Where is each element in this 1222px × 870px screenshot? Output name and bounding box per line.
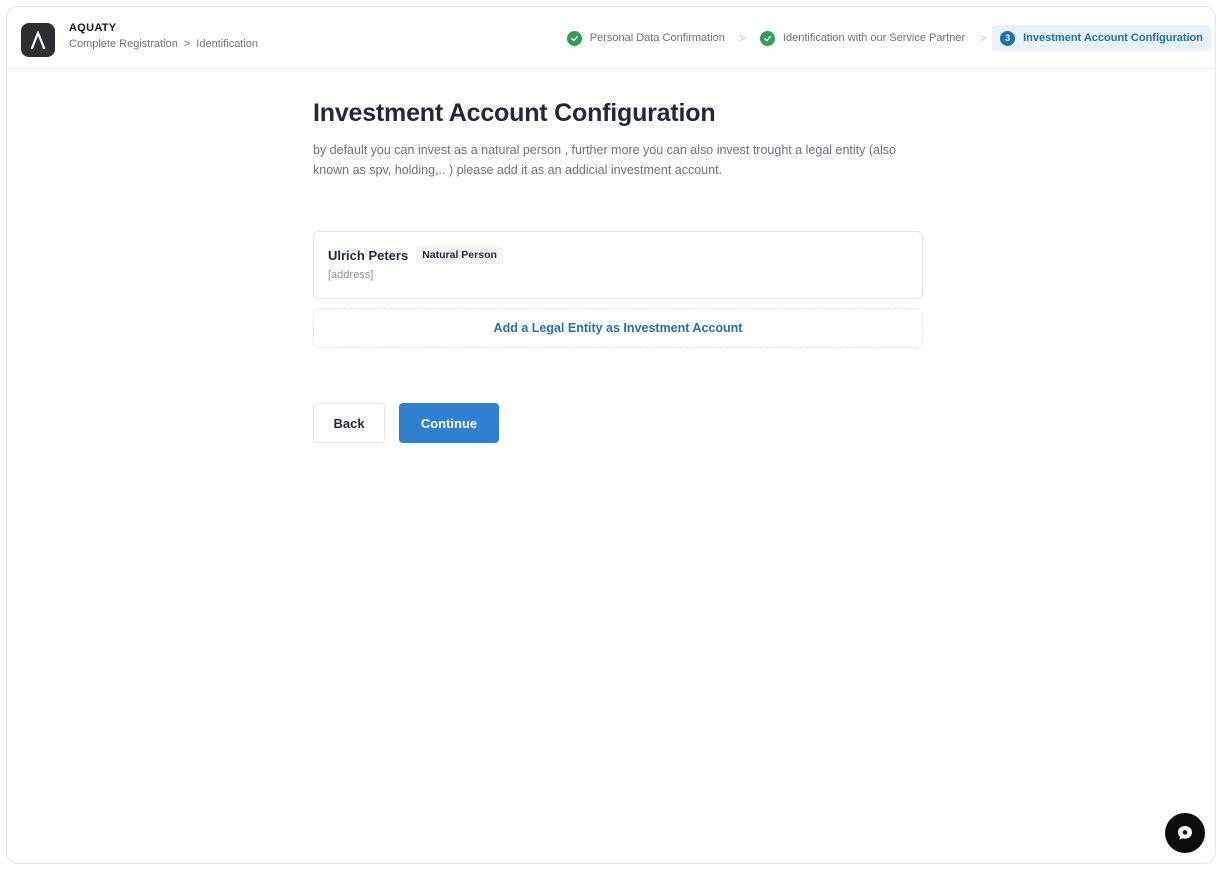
page-description: by default you can invest as a natural p… (313, 143, 896, 177)
step-label: Investment Account Configuration (1023, 32, 1203, 44)
page-title: Investment Account Configuration (313, 99, 716, 127)
chevron-right-icon: > (738, 31, 746, 45)
brand-name: AQUATY (69, 22, 117, 34)
chat-bubble-icon[interactable] (1165, 813, 1205, 853)
brand-block: AQUATY Complete Registration > Identific… (69, 22, 258, 50)
check-circle-icon (566, 30, 582, 46)
breadcrumb-separator: > (183, 38, 191, 50)
main-content: Investment Account Configuration by defa… (313, 99, 923, 348)
step-personal-data-confirmation[interactable]: Personal Data Confirmation (559, 25, 733, 51)
app-window: AQUATY Complete Registration > Identific… (6, 6, 1216, 864)
step-investment-account-configuration[interactable]: 3 Investment Account Configuration (992, 25, 1211, 51)
chevron-right-icon: > (979, 31, 987, 45)
step-label: Personal Data Confirmation (589, 32, 725, 44)
add-legal-entity-button[interactable]: Add a Legal Entity as Investment Account (313, 308, 923, 348)
step-label: Identification with our Service Partner (782, 32, 966, 44)
step-number-badge: 3 (1000, 30, 1016, 46)
account-type-badge: Natural Person (416, 246, 503, 264)
top-header: AQUATY Complete Registration > Identific… (7, 7, 1215, 69)
investment-account-card[interactable]: Ulrich Peters Natural Person [address] (313, 231, 923, 299)
back-button[interactable]: Back (313, 403, 385, 443)
progress-steps: Personal Data Confirmation > Identificat… (559, 25, 1211, 51)
aquaty-logo-icon[interactable] (21, 23, 55, 57)
breadcrumb-item-complete-registration[interactable]: Complete Registration (69, 38, 178, 50)
breadcrumb-item-identification: Identification (196, 38, 259, 50)
step-identification-service-partner[interactable]: Identification with our Service Partner (752, 25, 973, 51)
account-name: Ulrich Peters (328, 247, 409, 263)
account-address: [address] (328, 269, 374, 281)
account-header: Ulrich Peters Natural Person (328, 246, 908, 264)
form-actions: Back Continue (313, 403, 499, 443)
check-circle-icon (759, 30, 775, 46)
continue-button[interactable]: Continue (399, 403, 499, 443)
breadcrumb: Complete Registration > Identification (69, 38, 258, 50)
